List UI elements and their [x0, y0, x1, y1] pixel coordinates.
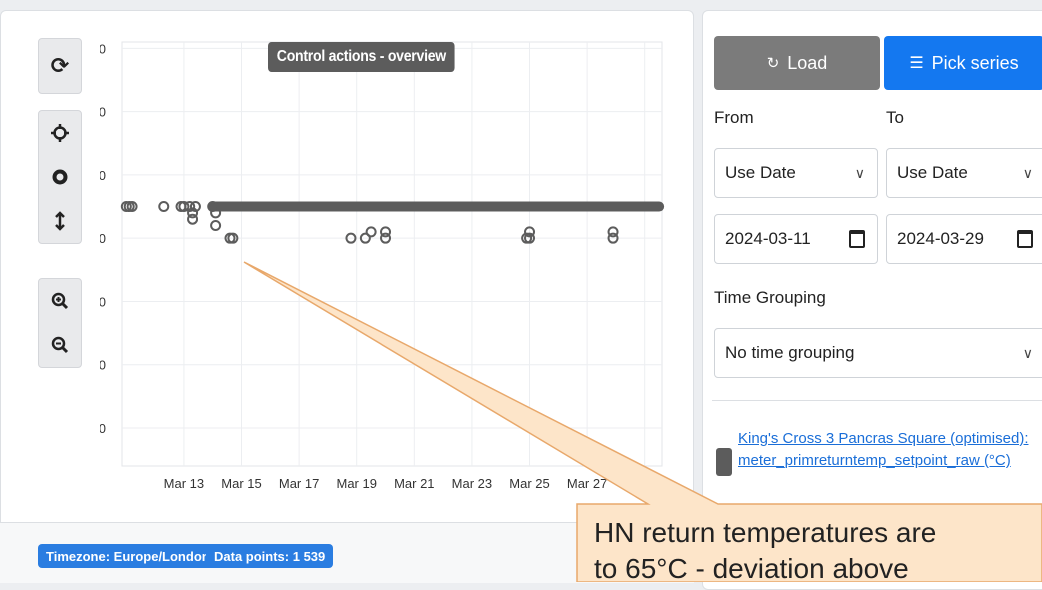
- chevron-down-icon: ∨: [854, 164, 865, 181]
- time-grouping-select[interactable]: No time grouping ∨: [714, 328, 1042, 378]
- y-tick-label: 70: [100, 168, 106, 183]
- annotation-text: HN return temperatures are to 65°C - dev…: [594, 515, 1034, 587]
- y-tick-label: 60: [100, 231, 106, 246]
- timezone-badge: Timezone: Europe/London: [38, 544, 218, 568]
- toolbar-group-refresh: ⟳: [38, 38, 82, 94]
- data-points-badge: Data points: 1 539: [206, 544, 334, 568]
- toolbar-group-selection: [38, 110, 82, 244]
- series-color-swatch: [716, 448, 732, 476]
- pick-series-label: Pick series: [931, 52, 1019, 73]
- load-label: Load: [787, 52, 828, 73]
- x-tick-label: Mar 17: [279, 476, 319, 491]
- to-label: To: [886, 108, 904, 127]
- crosshair-icon[interactable]: [39, 111, 81, 155]
- x-tick-label: Mar 21: [394, 476, 434, 491]
- plot-area: [121, 41, 663, 467]
- toolbar-group-zoom: [38, 278, 82, 368]
- refresh-icon[interactable]: ⟳: [39, 39, 81, 93]
- to-mode-select[interactable]: Use Date ∨: [886, 148, 1042, 198]
- x-tick-label: Mar 15: [221, 476, 261, 491]
- x-tick-label: Ma: [636, 476, 655, 491]
- to-mode-value: Use Date: [897, 163, 968, 182]
- from-mode-value: Use Date: [725, 163, 796, 182]
- list-icon: ☰: [909, 55, 924, 72]
- circle-icon[interactable]: [39, 155, 81, 199]
- chevron-down-icon: ∨: [1022, 344, 1033, 361]
- chart-title: Control actions - overview: [268, 42, 455, 72]
- calendar-icon[interactable]: [1017, 230, 1033, 248]
- x-tick-label: Mar 25: [509, 476, 549, 491]
- series-name-line2: meter_primreturntemp_setpoint_raw (°C): [738, 452, 1011, 469]
- chevron-down-icon: ∨: [1022, 164, 1033, 181]
- y-tick-label: 30: [100, 421, 106, 436]
- y-tick-label: 50: [100, 294, 106, 309]
- to-date-value: 2024-03-29: [897, 229, 984, 248]
- zoom-out-icon[interactable]: [39, 323, 81, 367]
- panel-divider: [712, 400, 1042, 401]
- y-tick-label: 40: [100, 358, 106, 373]
- x-tick-label: Mar 27: [567, 476, 607, 491]
- load-button[interactable]: ↻ Load: [714, 36, 880, 90]
- vertical-arrows-icon[interactable]: [39, 199, 81, 243]
- pick-series-button[interactable]: ☰ Pick series: [884, 36, 1042, 90]
- x-tick-label: Mar 13: [164, 476, 204, 491]
- to-date-input[interactable]: 2024-03-29: [886, 214, 1042, 264]
- x-tick-label: Mar 19: [336, 476, 376, 491]
- scatter-chart[interactable]: Mar 13 Mar 15 Mar 17 Mar 19 Mar 21 Mar 23 Mar …: [100, 40, 670, 500]
- x-tick-label: Mar 23: [452, 476, 492, 491]
- calendar-icon[interactable]: [849, 230, 865, 248]
- reload-icon: ↻: [766, 55, 780, 72]
- series-legend-link[interactable]: King's Cross 3 Pancras Square (optimised…: [738, 428, 1038, 472]
- y-tick-label: 80: [100, 105, 106, 120]
- time-grouping-label: Time Grouping: [714, 288, 826, 307]
- annotation-line1: HN return temperatures are: [594, 517, 937, 548]
- y-tick-label: 90: [100, 41, 106, 56]
- from-mode-select[interactable]: Use Date ∨: [714, 148, 878, 198]
- series-name-line1: King's Cross 3 Pancras Square (optimised…: [738, 430, 1029, 447]
- zoom-in-icon[interactable]: [39, 279, 81, 323]
- time-grouping-value: No time grouping: [725, 343, 855, 362]
- from-label: From: [714, 108, 754, 127]
- from-date-value: 2024-03-11: [725, 229, 811, 248]
- from-date-input[interactable]: 2024-03-11: [714, 214, 878, 264]
